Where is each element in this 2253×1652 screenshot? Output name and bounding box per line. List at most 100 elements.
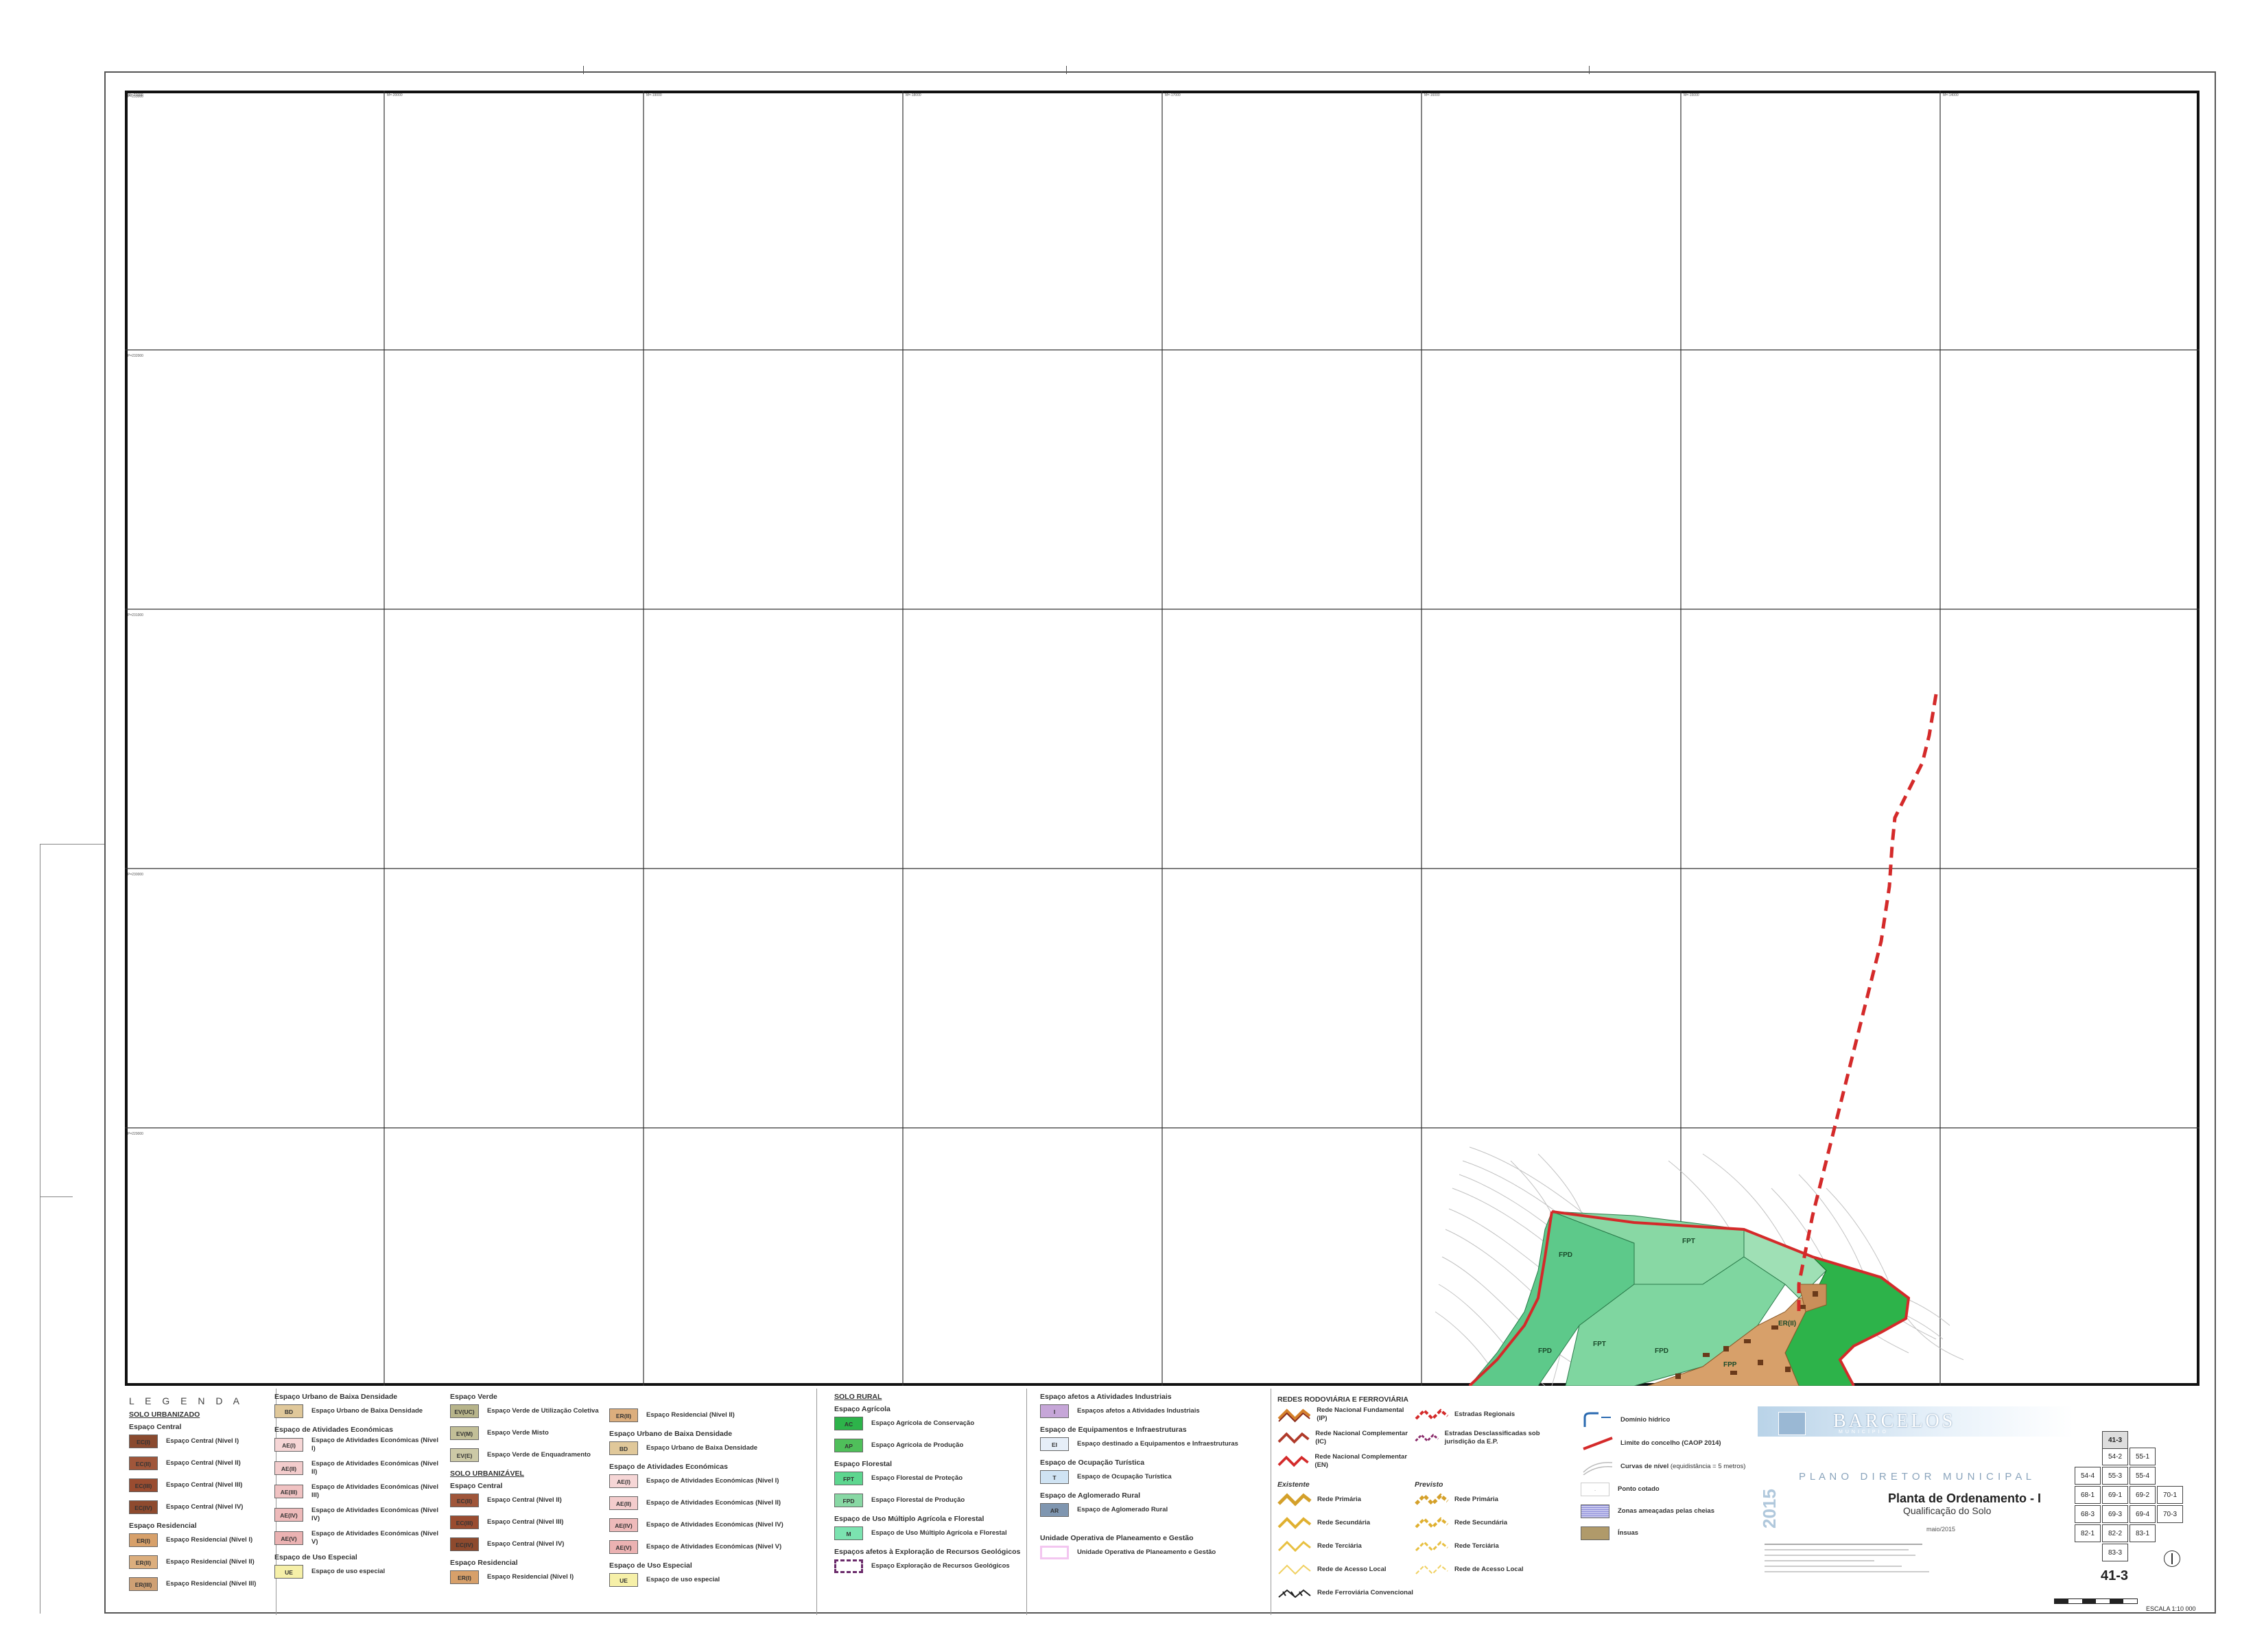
index-cell[interactable]: 69-4: [2130, 1505, 2156, 1523]
legend-label: Domínio hídrico: [1620, 1416, 1671, 1424]
legend-label: Espaço Florestal de Proteção: [871, 1474, 963, 1482]
grid-tick-label: P=233000: [128, 95, 143, 99]
legend-label: Espaço de Aglomerado Rural: [1077, 1506, 1168, 1513]
scale-bar: [2054, 1598, 2138, 1604]
index-cell[interactable]: 55-4: [2130, 1467, 2156, 1485]
legend-label: Espaço de Atividades Económicas (Nível I…: [311, 1483, 438, 1499]
legend-label: Espaço Agrícola de Produção: [871, 1441, 964, 1449]
legend-label: Espaço Residencial (Nível III): [166, 1580, 257, 1588]
legend-swatch: AC: [834, 1417, 863, 1430]
legend-swatch: EC(II): [129, 1456, 158, 1470]
index-cell[interactable]: 82-2: [2102, 1524, 2128, 1542]
legend-swatch: EC(II): [450, 1494, 479, 1507]
legend-item: Rede Secundária: [1277, 1515, 1415, 1531]
road-previsto-dashed: [1797, 694, 1938, 1312]
legend-label: Espaço Florestal de Produção: [871, 1496, 965, 1504]
legend-label: Rede Nacional Fundamental (IP): [1317, 1406, 1404, 1422]
index-cell[interactable]: 70-1: [2157, 1486, 2183, 1504]
legend-swatch: UE: [274, 1565, 303, 1579]
legend-swatch: EV(M): [450, 1426, 479, 1440]
scale-label: ESCALA 1:10 000: [2146, 1605, 2196, 1612]
legend-item: Domínio hídrico: [1581, 1412, 1759, 1428]
credits-block: [1765, 1541, 1943, 1585]
legend-item: EI Espaço destinado a Equipamentos e Infr…: [1040, 1437, 1266, 1452]
legend-swatch: AE(II): [609, 1496, 638, 1510]
sheet-title: Planta de Ordenamento - I: [1888, 1491, 2042, 1505]
legend-item: AE(III) Espaço de Atividades Económicas (…: [274, 1483, 446, 1500]
legend-label: Espaço Verde Misto: [487, 1429, 549, 1437]
legend-item: Rede Terciária: [1277, 1538, 1415, 1555]
legend-item: BD Espaço Urbano de Baixa Densidade: [609, 1441, 815, 1456]
legend-label: Rede Nacional Complementar (EN): [1314, 1453, 1408, 1469]
legend-item: Rede Ferroviária Convencional: [1277, 1585, 1566, 1601]
road-icon: [1415, 1493, 1449, 1507]
legend-item: Rede Nacional Fundamental (IP): [1277, 1406, 1415, 1423]
legend-label: Rede Ferroviária Convencional: [1317, 1589, 1413, 1596]
legend-heading: Espaço Central: [450, 1482, 503, 1490]
legend-item: UE Espaço de uso especial: [609, 1572, 815, 1588]
map-canvas[interactable]: FPD FPT FPD FPT FPD ER(II) FPP M=-21000 M…: [125, 91, 2199, 1386]
legend-label: Espaço Residencial (Nível I): [166, 1536, 253, 1544]
road-ip-icon: [1277, 1408, 1311, 1423]
legend-item: ER(I) Espaço Residencial (Nível I): [450, 1570, 615, 1585]
index-cell[interactable]: 83-1: [2130, 1524, 2156, 1542]
index-cell[interactable]: 68-3: [2075, 1505, 2101, 1523]
legend-item: EV(E) Espaço Verde de Enquadramento: [450, 1448, 615, 1463]
sheet-date: maio/2015: [1926, 1526, 1956, 1533]
index-cell[interactable]: 55-3: [2102, 1467, 2128, 1485]
legend-swatch: EV(UC): [450, 1404, 479, 1418]
index-cell[interactable]: 69-2: [2130, 1486, 2156, 1504]
sheet-subtitle: Qualificação do Solo: [1903, 1505, 1992, 1516]
sheet-index-map[interactable]: 54-2 55-1 54-4 55-3 55-4 68-1 69-1 69-2 70-1 68-3…: [2075, 1431, 2198, 1561]
index-cell[interactable]: 70-3: [2157, 1505, 2183, 1523]
legend-label: Espaço de Uso Múltiplo Agrícola e Flores…: [871, 1529, 1007, 1537]
road-er-icon: [1415, 1408, 1449, 1421]
road-icon: [1277, 1517, 1312, 1529]
legend-item: Rede Nacional Complementar (EN): [1277, 1453, 1415, 1470]
legend-label: Rede Terciária: [1317, 1542, 1362, 1550]
legend-item: EC(I) Espaço Central (Nível I): [129, 1434, 280, 1449]
legend-separator: [816, 1389, 817, 1615]
index-cell[interactable]: 54-4: [2075, 1467, 2101, 1485]
legend-label: Zonas ameaçadas pelas cheias: [1618, 1507, 1714, 1515]
legend-swatch: AE(IV): [609, 1518, 638, 1532]
legend-label: Espaço Verde de Enquadramento: [487, 1451, 591, 1459]
legend-heading: Espaço Urbano de Baixa Densidade: [274, 1393, 398, 1401]
zone-label: FPT: [1593, 1341, 1606, 1348]
legend-item: AP Espaço Agrícola de Produção: [834, 1438, 1040, 1453]
legend-heading: Espaço Residencial: [450, 1559, 518, 1567]
index-cell[interactable]: 54-2: [2102, 1448, 2128, 1465]
legend-item: EC(III) Espaço Central (Nível III): [450, 1515, 615, 1530]
legend-swatch: EI: [1040, 1437, 1069, 1451]
index-cell[interactable]: 68-1: [2075, 1486, 2101, 1504]
index-cell[interactable]: 69-3: [2102, 1505, 2128, 1523]
legend-swatch: AE(I): [274, 1438, 303, 1452]
index-cell[interactable]: 69-1: [2102, 1486, 2128, 1504]
legend-item: · Ponto cotado: [1581, 1482, 1759, 1497]
legend-item: AE(IV) Espaço de Atividades Económicas (N…: [274, 1507, 446, 1523]
index-cell[interactable]: 83-3: [2102, 1544, 2128, 1561]
legend-swatch: FPD: [834, 1494, 863, 1507]
legend-heading: SOLO URBANIZÁVEL: [450, 1470, 524, 1478]
legend-heading: Espaço de Equipamentos e Infraestruturas: [1040, 1426, 1187, 1434]
legend-swatch: BD: [274, 1404, 303, 1418]
legend-label: Espaço Central (Nível IV): [166, 1503, 244, 1511]
index-cell[interactable]: 55-1: [2130, 1448, 2156, 1465]
legend-item: FPD Espaço Florestal de Produção: [834, 1493, 1040, 1508]
legend-label: Espaço de Atividades Económicas (Nível V…: [311, 1530, 438, 1546]
index-cell[interactable]: 82-1: [2075, 1524, 2101, 1542]
legend-swatch: AE(III): [274, 1485, 303, 1498]
legend-item: Espaço Exploração de Recursos Geológicos: [834, 1559, 1040, 1574]
legend-col-1: L E G E N D A SOLO URBANIZADO Espaço Cen…: [129, 1389, 280, 1598]
title-block: BARCELOS MUNICÍPIO P L A N O D I R E T O…: [1758, 1406, 2199, 1612]
legend-swatch: EC(IV): [129, 1500, 158, 1514]
index-cell-current[interactable]: 41-3: [2102, 1431, 2128, 1449]
zone-label: FPP: [1723, 1361, 1737, 1369]
legend-col-6: Espaço afetos a Atividades Industriais I…: [1040, 1389, 1266, 1567]
legend-item: Ínsuas: [1581, 1526, 1759, 1541]
legend-label: Estradas Regionais: [1454, 1411, 1515, 1418]
margin-tick: [1589, 66, 1590, 74]
legend-item: Limite do concelho (CAOP 2014): [1581, 1435, 1759, 1452]
legend-item: UE Espaço de uso especial: [274, 1564, 446, 1579]
legend-swatch: AE(I): [609, 1474, 638, 1488]
